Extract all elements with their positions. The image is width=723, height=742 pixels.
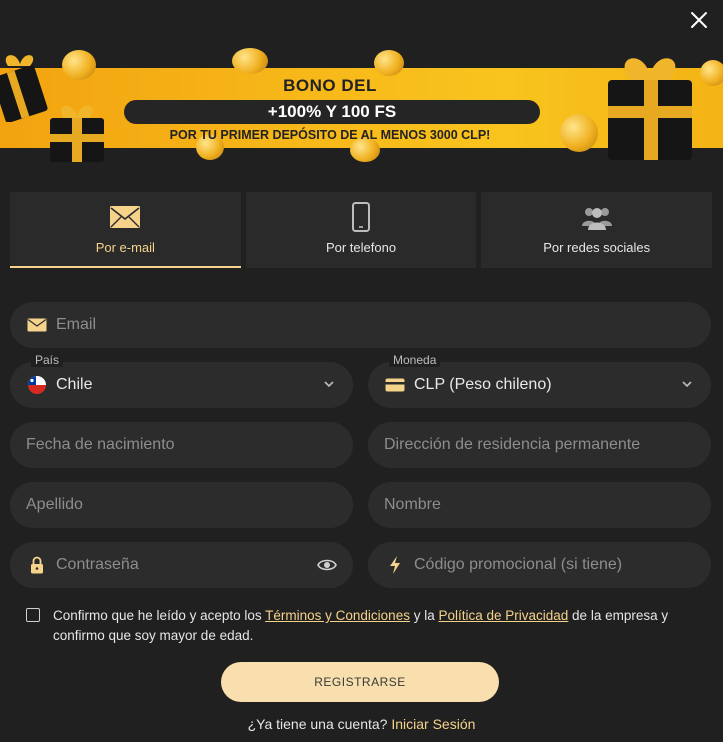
privacy-link[interactable]: Política de Privacidad bbox=[438, 608, 568, 623]
currency-label: Moneda bbox=[389, 353, 441, 367]
address-placeholder: Dirección de residencia permanente bbox=[384, 436, 641, 453]
tab-email[interactable]: Por e-mail bbox=[10, 192, 241, 268]
lastname-placeholder: Apellido bbox=[26, 496, 83, 513]
email-field[interactable]: Email bbox=[10, 302, 711, 348]
lastname-field[interactable]: Apellido bbox=[10, 482, 353, 528]
registration-method-tabs: Por e-mail Por telefono Por redes social… bbox=[10, 192, 713, 268]
envelope-icon bbox=[27, 318, 47, 332]
close-button[interactable] bbox=[687, 8, 711, 32]
coin-decoration bbox=[700, 60, 723, 86]
firstname-field[interactable]: Nombre bbox=[368, 482, 711, 528]
tab-social[interactable]: Por redes sociales bbox=[481, 192, 713, 268]
tab-label: Por telefono bbox=[325, 240, 397, 255]
chile-flag-icon bbox=[28, 376, 46, 394]
login-question: ¿Ya tiene una cuenta? bbox=[247, 716, 392, 732]
tab-label: Por e-mail bbox=[95, 240, 155, 255]
chevron-down-icon bbox=[324, 381, 334, 388]
login-link[interactable]: Iniciar Sesión bbox=[391, 716, 475, 732]
currency-value: CLP (Peso chileno) bbox=[414, 376, 552, 393]
password-field[interactable]: Contraseña bbox=[10, 542, 353, 588]
register-button[interactable]: REGISTRARSE bbox=[221, 662, 499, 702]
gift-icon bbox=[608, 58, 692, 160]
country-label: País bbox=[31, 353, 64, 367]
country-select[interactable]: Chile bbox=[10, 362, 353, 408]
eye-icon bbox=[317, 559, 337, 571]
banner-highlight: +100% Y 100 FS bbox=[124, 100, 540, 124]
birthdate-placeholder: Fecha de nacimiento bbox=[26, 436, 175, 453]
coin-decoration bbox=[374, 50, 404, 76]
lightning-icon bbox=[390, 556, 400, 574]
lock-icon bbox=[31, 556, 43, 574]
address-field[interactable]: Dirección de residencia permanente bbox=[368, 422, 711, 468]
show-password-button[interactable] bbox=[317, 557, 337, 578]
tab-phone[interactable]: Por telefono bbox=[245, 192, 477, 268]
bonus-banner: BONO DEL +100% Y 100 FS POR TU PRIMER DE… bbox=[0, 44, 723, 164]
login-prompt: ¿Ya tiene una cuenta? Iniciar Sesión bbox=[0, 716, 723, 732]
envelope-icon bbox=[110, 206, 141, 228]
email-placeholder: Email bbox=[56, 316, 97, 333]
terms-middle: y la bbox=[409, 608, 439, 623]
promo-placeholder: Código promocional (si tiene) bbox=[414, 556, 623, 573]
terms-text: Confirmo que he leído y acepto los Térmi… bbox=[26, 606, 706, 646]
coin-decoration bbox=[232, 48, 268, 74]
chevron-down-icon bbox=[682, 381, 692, 388]
banner-subtitle: POR TU PRIMER DEPÓSITO DE AL MENOS 3000 … bbox=[169, 128, 491, 142]
terms-link[interactable]: Términos y Condiciones bbox=[265, 608, 410, 623]
country-value: Chile bbox=[56, 376, 93, 393]
users-icon bbox=[581, 208, 612, 230]
promo-code-field[interactable]: Código promocional (si tiene) bbox=[368, 542, 711, 588]
close-icon bbox=[691, 12, 707, 28]
tab-label: Por redes sociales bbox=[543, 240, 651, 255]
banner-title: BONO DEL bbox=[283, 76, 377, 95]
firstname-placeholder: Nombre bbox=[384, 496, 441, 513]
card-icon bbox=[385, 378, 405, 392]
terms-prefix: Confirmo que he leído y acepto los bbox=[53, 608, 266, 623]
password-placeholder: Contraseña bbox=[56, 556, 139, 573]
phone-icon bbox=[352, 202, 370, 232]
birthdate-field[interactable]: Fecha de nacimiento bbox=[10, 422, 353, 468]
currency-select[interactable]: CLP (Peso chileno) bbox=[368, 362, 711, 408]
